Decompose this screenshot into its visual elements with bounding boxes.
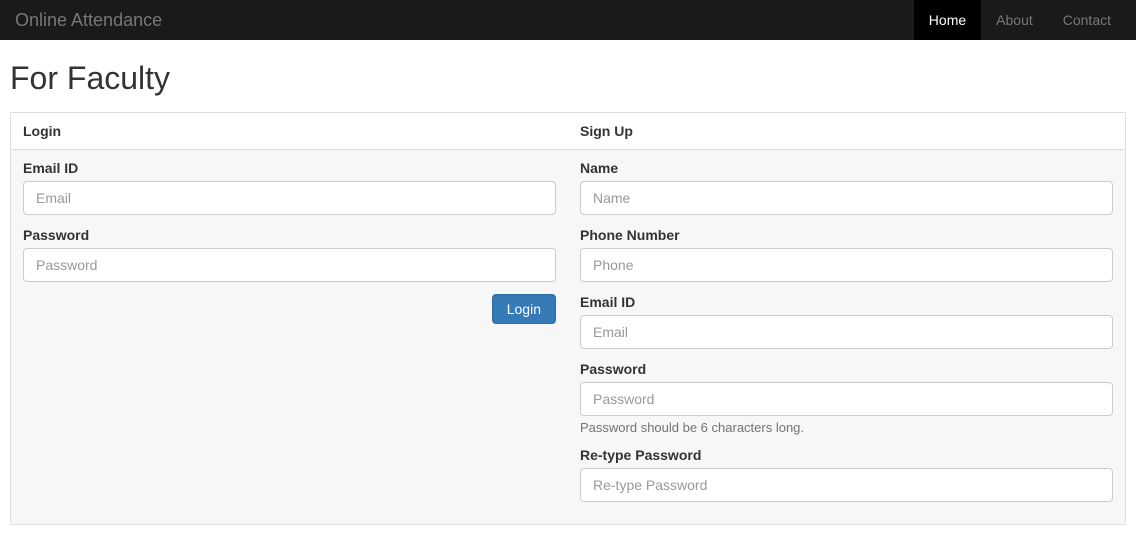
panel-heading-row: Login Sign Up — [11, 113, 1125, 150]
faculty-panel: Login Sign Up Email ID Password Login — [10, 112, 1126, 525]
login-button[interactable]: Login — [492, 294, 556, 324]
signup-heading: Sign Up — [568, 113, 1125, 149]
login-email-label: Email ID — [23, 160, 556, 176]
signup-password-hint: Password should be 6 characters long. — [580, 420, 1113, 435]
signup-retype-input[interactable] — [580, 468, 1113, 502]
signup-email-input[interactable] — [580, 315, 1113, 349]
signup-name-label: Name — [580, 160, 1113, 176]
signup-email-label: Email ID — [580, 294, 1113, 310]
nav-about[interactable]: About — [981, 0, 1048, 40]
login-password-input[interactable] — [23, 248, 556, 282]
nav-home[interactable]: Home — [914, 0, 981, 40]
signup-phone-input[interactable] — [580, 248, 1113, 282]
login-password-label: Password — [23, 227, 556, 243]
signup-name-input[interactable] — [580, 181, 1113, 215]
signup-retype-label: Re-type Password — [580, 447, 1113, 463]
navbar-nav: Home About Contact — [914, 0, 1126, 40]
signup-password-input[interactable] — [580, 382, 1113, 416]
page-title: For Faculty — [10, 60, 1126, 97]
navbar-brand[interactable]: Online Attendance — [15, 0, 162, 40]
login-email-input[interactable] — [23, 181, 556, 215]
signup-phone-label: Phone Number — [580, 227, 1113, 243]
nav-contact[interactable]: Contact — [1048, 0, 1126, 40]
login-heading: Login — [11, 113, 568, 149]
main-container: For Faculty Login Sign Up Email ID Passw… — [0, 40, 1136, 525]
signup-form: Name Phone Number Email ID Password Pass… — [568, 150, 1125, 524]
navbar: Online Attendance Home About Contact — [0, 0, 1136, 40]
panel-body-row: Email ID Password Login Name Phone Numbe — [11, 150, 1125, 524]
login-form: Email ID Password Login — [11, 150, 568, 524]
signup-password-label: Password — [580, 361, 1113, 377]
